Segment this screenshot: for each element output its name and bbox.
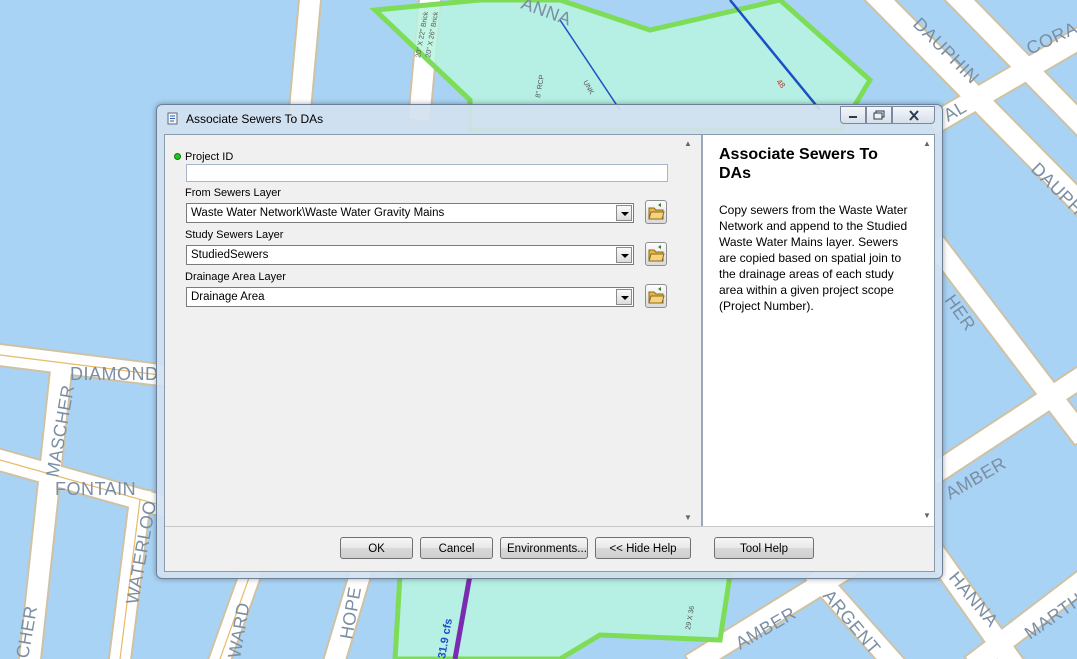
scroll-down-icon[interactable]: ▼ bbox=[684, 513, 692, 522]
map-street-label: DIAMOND bbox=[70, 364, 159, 384]
from-sewers-browse-button[interactable] bbox=[645, 200, 667, 224]
title-bar[interactable]: Associate Sewers To DAs bbox=[157, 105, 942, 132]
open-folder-icon bbox=[648, 203, 665, 220]
chevron-down-icon[interactable] bbox=[616, 205, 632, 221]
study-sewers-label: Study Sewers Layer bbox=[185, 229, 284, 241]
from-sewers-select[interactable]: Waste Water Network\Waste Water Gravity … bbox=[186, 203, 634, 223]
minimize-button[interactable] bbox=[840, 106, 866, 124]
parameters-panel: Project ID From Sewers Layer Waste Water… bbox=[165, 135, 697, 526]
help-scrollbar[interactable]: ▲ ▼ bbox=[920, 137, 934, 522]
open-folder-icon bbox=[648, 245, 665, 262]
help-panel: Associate Sewers To DAs Copy sewers from… bbox=[701, 135, 934, 526]
from-sewers-value: Waste Water Network\Waste Water Gravity … bbox=[191, 207, 445, 219]
maximize-button[interactable] bbox=[866, 106, 892, 124]
environments-button[interactable]: Environments... bbox=[500, 537, 588, 559]
study-sewers-select[interactable]: StudiedSewers bbox=[186, 245, 634, 265]
button-bar: OK Cancel Environments... << Hide Help T… bbox=[165, 526, 934, 571]
ok-button[interactable]: OK bbox=[340, 537, 413, 559]
close-button[interactable] bbox=[892, 106, 935, 124]
required-indicator-icon bbox=[174, 153, 181, 160]
minimize-icon bbox=[849, 116, 857, 118]
drainage-area-browse-button[interactable] bbox=[645, 284, 667, 308]
help-description: Copy sewers from the Waste Water Network… bbox=[719, 203, 908, 313]
map-street-label: FONTAIN bbox=[55, 479, 136, 499]
chevron-down-icon[interactable] bbox=[616, 289, 632, 305]
scroll-up-icon[interactable]: ▲ bbox=[923, 139, 931, 148]
cancel-button[interactable]: Cancel bbox=[420, 537, 493, 559]
help-title: Associate Sewers To DAs bbox=[719, 146, 878, 182]
drainage-area-label: Drainage Area Layer bbox=[185, 271, 286, 283]
tool-help-button[interactable]: Tool Help bbox=[714, 537, 814, 559]
drainage-area-value: Drainage Area bbox=[191, 291, 265, 303]
dialog-client-area: Project ID From Sewers Layer Waste Water… bbox=[164, 134, 935, 572]
chevron-down-icon[interactable] bbox=[616, 247, 632, 263]
maximize-icon bbox=[873, 110, 885, 120]
open-folder-icon bbox=[648, 287, 665, 304]
associate-sewers-dialog: Associate Sewers To DAs Project ID From … bbox=[156, 104, 943, 579]
parameters-scrollbar[interactable]: ▲ ▼ bbox=[680, 137, 697, 524]
scroll-up-icon[interactable]: ▲ bbox=[684, 139, 692, 148]
drainage-area-select[interactable]: Drainage Area bbox=[186, 287, 634, 307]
study-sewers-value: StudiedSewers bbox=[191, 249, 269, 261]
project-id-input[interactable] bbox=[186, 164, 668, 182]
window-title: Associate Sewers To DAs bbox=[186, 112, 324, 126]
scroll-down-icon[interactable]: ▼ bbox=[923, 511, 931, 520]
hide-help-button[interactable]: << Hide Help bbox=[595, 537, 691, 559]
close-icon bbox=[908, 109, 919, 121]
from-sewers-label: From Sewers Layer bbox=[185, 187, 281, 199]
toolbox-script-icon bbox=[167, 112, 178, 125]
study-sewers-browse-button[interactable] bbox=[645, 242, 667, 266]
project-id-label: Project ID bbox=[185, 151, 234, 163]
